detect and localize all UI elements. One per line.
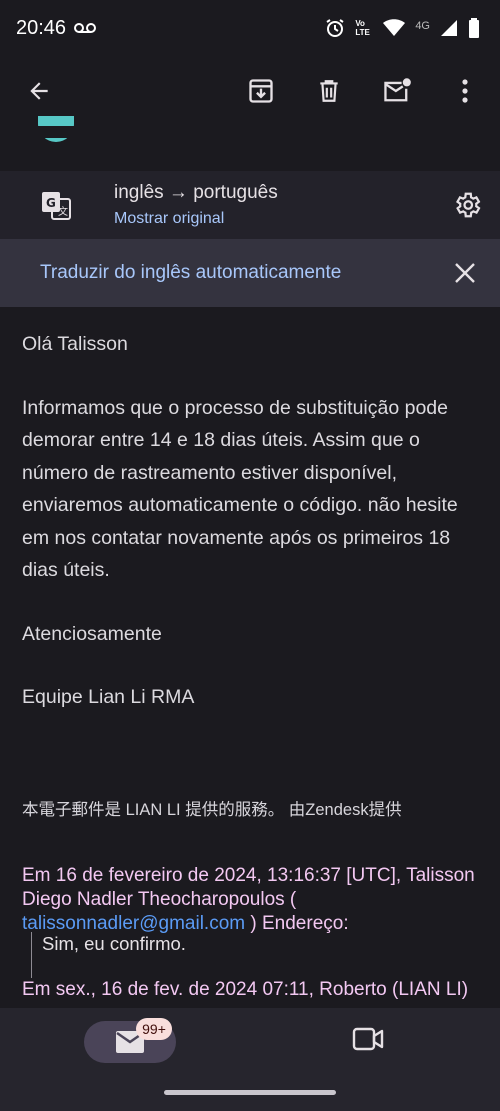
auto-translate-label[interactable]: Traduzir do inglês automaticamente [40,262,341,284]
main-paragraph: Informamos que o processo de substituiçã… [22,396,458,582]
quoted-header-prefix: Em 16 de fevereiro de 2024, 13:16:37 [UT… [22,865,475,910]
back-button[interactable] [22,74,56,108]
zendesk-footer: 本電子郵件是 LIAN LI 提供的服務。 由Zendesk提供 [22,801,402,819]
svg-text:文: 文 [58,205,68,218]
delete-button[interactable] [312,74,346,108]
show-original-link[interactable]: Mostrar original [114,210,450,228]
delete-icon [320,80,338,102]
gear-icon [456,192,481,218]
quote-bar [31,932,32,978]
archive-icon [249,79,273,103]
meet-tab[interactable] [352,1026,384,1057]
translation-info: inglês → português Mostrar original [114,182,450,228]
video-icon [352,1027,384,1051]
arrow-back-icon [30,82,48,100]
alarm-icon [326,19,344,37]
dismiss-banner-button[interactable] [448,256,482,290]
svg-text:G: G [46,196,56,210]
more-vert-icon [462,79,468,103]
greeting: Olá Talisson [22,333,128,355]
home-indicator[interactable] [164,1090,336,1095]
translation-settings-button[interactable] [450,188,484,222]
volte-indicator: Vo LTE [355,19,370,37]
battery-icon [469,18,479,38]
quoted-header-2: Em sex., 16 de fev. de 2024 07:11, Rober… [22,979,469,1000]
archive-button[interactable] [244,74,278,108]
quoted-header: Em 16 de fevereiro de 2024, 13:16:37 [UT… [22,864,482,936]
more-options-button[interactable] [448,74,482,108]
bottom-navigation: 99+ [0,1008,500,1111]
top-app-bar [0,56,500,126]
translation-bar: G 文 inglês → português Mostrar original [0,171,500,239]
closing: Atenciosamente [22,622,162,645]
email-body: Olá Talisson Informamos que o processo d… [22,328,482,745]
quoted-reply: Sim, eu confirmo. [42,933,186,954]
header-divider [0,126,500,138]
quoted-email-link[interactable]: talissonnadler@gmail.com [22,913,245,934]
signature: Equipe Lian Li RMA [22,686,195,708]
status-bar: 20:46 Vo LTE 4G [0,0,500,56]
voicemail-icon [74,23,97,33]
status-time-group: 20:46 [16,16,97,40]
mark-unread-icon [384,78,411,102]
network-type: 4G [415,20,430,32]
app-bar-actions [244,74,482,108]
mark-unread-button[interactable] [380,74,414,108]
translate-icon: G 文 [42,192,71,220]
close-icon [455,263,475,283]
mail-badge: 99+ [136,1018,172,1040]
quoted-header-suffix: ) Endereço: [245,913,349,934]
signal-icon [441,20,457,36]
auto-translate-banner[interactable]: Traduzir do inglês automaticamente [0,239,500,307]
translation-languages: inglês → português [114,182,278,203]
status-time: 20:46 [16,16,67,39]
wifi-icon [383,19,406,36]
status-icons: Vo LTE 4G [325,18,480,38]
